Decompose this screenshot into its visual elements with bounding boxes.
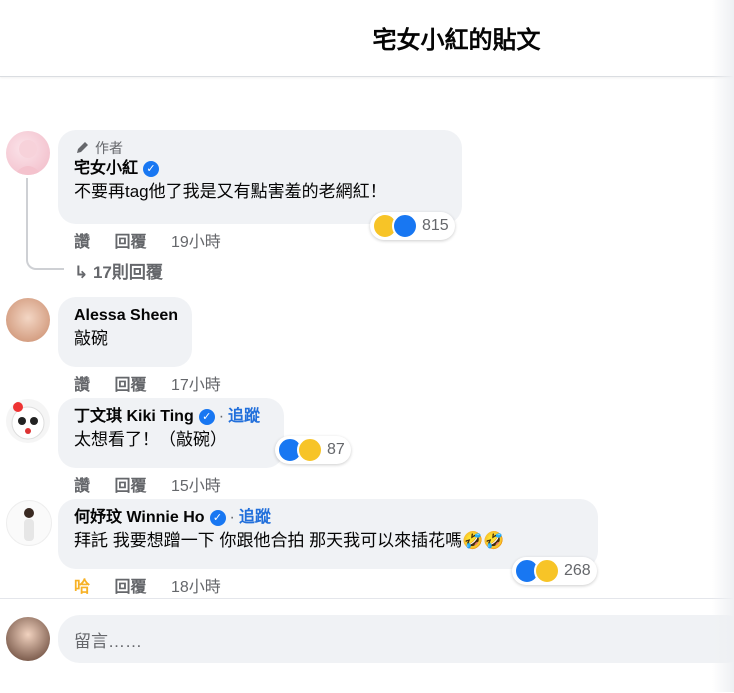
timestamp[interactable]: 17小時 [171, 377, 221, 394]
reply-button[interactable]: 回覆 [114, 579, 146, 596]
comment-composer: 留言…… [0, 598, 734, 693]
reply-button[interactable]: 回覆 [114, 377, 146, 394]
pencil-icon [77, 142, 88, 153]
avatar-illustration-icon [24, 508, 34, 541]
page-title: 宅女小紅的貼文 [372, 27, 541, 54]
comment-text: 太想看了！（敲碗） [74, 430, 227, 449]
comment-actions: 哈 回覆 18小時 [74, 573, 241, 597]
like-button[interactable]: 讚 [74, 234, 90, 251]
haha-reaction-icon [297, 437, 323, 463]
reply-button[interactable]: 回覆 [114, 478, 146, 495]
avatar[interactable] [6, 500, 52, 546]
reaction-summary[interactable]: 815 [370, 212, 455, 240]
like-reaction-icon [392, 213, 418, 239]
timestamp[interactable]: 18小時 [171, 579, 221, 596]
comment-text: 拜託 我要想蹭一下 你跟他合拍 那天我可以來插花嗎🤣🤣 [74, 531, 505, 550]
avatar-illustration-icon [14, 140, 42, 175]
like-button[interactable]: 讚 [74, 478, 90, 495]
reaction-summary[interactable]: 87 [275, 436, 351, 464]
avatar[interactable] [6, 131, 50, 175]
timestamp[interactable]: 15小時 [171, 478, 221, 495]
comment-text: 不要再tag他了我是又有點害羞的老網紅！ [74, 182, 387, 201]
reply-button[interactable]: 回覆 [114, 234, 146, 251]
follow-button[interactable]: 追蹤 [228, 406, 260, 428]
reaction-count: 815 [422, 217, 449, 234]
author-badge: 作者 [74, 138, 448, 158]
commenter-name[interactable]: 宅女小紅 [74, 158, 138, 180]
comment-actions: 讚 回覆 17小時 [74, 371, 241, 395]
scroll-edge [712, 0, 734, 692]
view-replies-link[interactable]: ↳ 17則回覆 [74, 258, 163, 283]
commenter-name[interactable]: 何妤玟 Winnie Ho [74, 507, 205, 529]
comment-text: 敲碗 [74, 329, 108, 348]
follow-button[interactable]: 追蹤 [239, 507, 271, 529]
comment-bubble: Alessa Sheen 敲碗 [58, 297, 192, 367]
commenter-name[interactable]: 丁文琪 Kiki Ting [74, 406, 194, 428]
reaction-count: 87 [327, 441, 345, 458]
reply-arrow-icon: ↳ [74, 263, 93, 282]
like-button[interactable]: 讚 [74, 377, 90, 394]
verified-badge-icon: ✓ [198, 409, 215, 425]
haha-reaction-icon [534, 558, 560, 584]
comment-bubble: 作者 宅女小紅 ✓ 不要再tag他了我是又有點害羞的老網紅！ [58, 130, 462, 224]
comment-bubble: 何妤玟 Winnie Ho ✓ · 追蹤 拜託 我要想蹭一下 你跟他合拍 那天我… [58, 499, 598, 569]
comment-input[interactable]: 留言…… [58, 615, 734, 663]
comment-actions: 讚 回覆 15小時 [74, 472, 241, 496]
commenter-name[interactable]: Alessa Sheen [74, 305, 178, 327]
current-user-avatar[interactable] [6, 617, 50, 661]
comment-actions: 讚 回覆 19小時 [74, 228, 241, 252]
avatar-illustration-icon [11, 402, 45, 440]
timestamp[interactable]: 19小時 [171, 234, 221, 251]
verified-badge-icon: ✓ [209, 510, 226, 526]
comment-bubble: 丁文琪 Kiki Ting ✓ · 追蹤 太想看了！（敲碗） [58, 398, 284, 468]
avatar[interactable] [6, 298, 50, 342]
verified-badge-icon: ✓ [143, 161, 160, 177]
reaction-count: 268 [564, 562, 591, 579]
avatar[interactable] [6, 399, 50, 443]
reaction-summary[interactable]: 268 [512, 557, 597, 585]
haha-reaction-button[interactable]: 哈 [74, 579, 90, 596]
post-header: 宅女小紅的貼文 [0, 0, 734, 77]
